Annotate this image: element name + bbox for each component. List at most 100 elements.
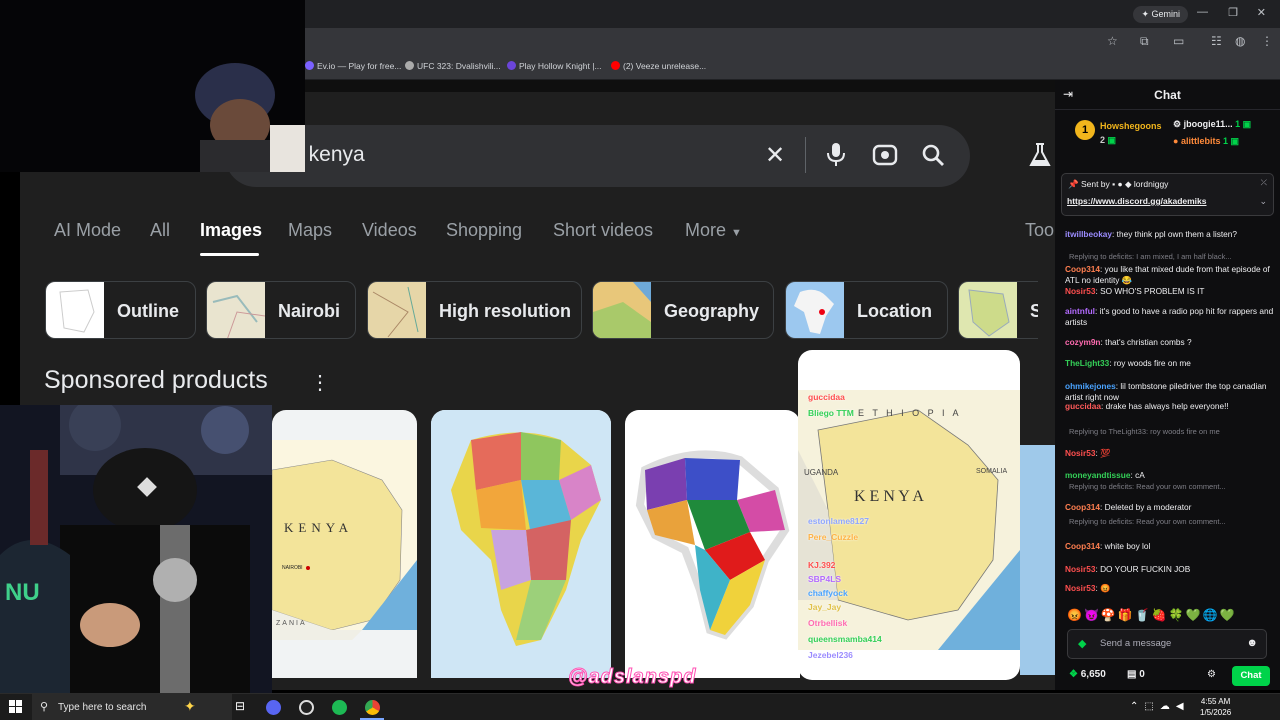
emote-picker-icon[interactable]: ☻ xyxy=(1246,637,1258,649)
chat-username[interactable]: Nosir53 xyxy=(1065,448,1095,458)
overlay-chat-username: Pere_Cuzzle xyxy=(808,532,859,542)
bookmark-item[interactable]: Ev.io — Play for free... xyxy=(305,61,401,71)
gifter-name[interactable]: jboogie11... xyxy=(1184,119,1233,129)
tab-maps[interactable]: Maps xyxy=(288,220,332,241)
chat-username[interactable]: TheLight33 xyxy=(1065,358,1109,368)
chip-high-resolution[interactable]: High resolution xyxy=(367,281,582,339)
profile-icon[interactable]: ◍ xyxy=(1235,34,1245,48)
bookmark-label: UFC 323: Dvalishvili... xyxy=(417,61,501,71)
discord-icon[interactable] xyxy=(266,700,281,715)
chat-username[interactable]: Coop314 xyxy=(1065,541,1100,551)
search-query-text[interactable]: f kenya xyxy=(297,143,365,167)
chat-message[interactable]: ohmikejones: lil tombstone piledriver th… xyxy=(1065,381,1275,403)
chrome-icon[interactable] xyxy=(365,700,380,715)
tab-short-videos[interactable]: Short videos xyxy=(553,220,653,241)
lens-camera-icon[interactable] xyxy=(872,143,898,167)
product-card-partial[interactable] xyxy=(1020,445,1055,675)
chat-message[interactable]: Nosir53: 💯 xyxy=(1065,448,1275,459)
chat-username[interactable]: itwillbeokay xyxy=(1065,229,1112,239)
search-input-box[interactable]: f kenya ✕ xyxy=(225,125,970,187)
bookmark-item[interactable]: Play Hollow Knight |... xyxy=(507,61,602,71)
chat-username[interactable]: Nosir53 xyxy=(1065,286,1095,296)
chat-username[interactable]: moneyandtissue xyxy=(1065,470,1130,480)
chat-message[interactable]: Nosir53: DO YOUR FUCKIN JOB xyxy=(1065,564,1275,575)
bits-icon[interactable]: ◆ xyxy=(1078,637,1086,650)
chat-username[interactable]: Coop314 xyxy=(1065,264,1100,274)
minimize-icon[interactable]: — xyxy=(1197,6,1208,18)
gifter-name[interactable]: alittlebits xyxy=(1181,136,1221,146)
channel-points[interactable]: 6,650 xyxy=(1081,669,1106,680)
system-tray-icons[interactable]: ⌃⬚☁◀ xyxy=(1130,701,1190,712)
emote-row[interactable]: 😡😈🍄🎁🥤🍓🍀💚🌐💚 xyxy=(1067,608,1236,622)
tab-ai-mode[interactable]: AI Mode xyxy=(54,220,121,241)
tab-images[interactable]: Images xyxy=(200,220,262,241)
cast-icon[interactable]: ▭ xyxy=(1173,34,1184,48)
bookmark-label: (2) Veeze unrelease... xyxy=(623,61,707,71)
windows-start-icon[interactable] xyxy=(9,700,22,713)
gemini-button[interactable]: ✦ Gemini xyxy=(1133,6,1188,23)
chat-username[interactable]: Nosir53 xyxy=(1065,564,1095,574)
tab-tools[interactable]: Too xyxy=(1025,220,1054,241)
chat-username[interactable]: ohmikejones xyxy=(1065,381,1116,391)
chat-username[interactable]: cozym9n xyxy=(1065,337,1101,347)
chat-message[interactable]: Coop314: you like that mixed dude from t… xyxy=(1065,264,1275,286)
product-card-kenya-map[interactable]: KENYA NAIROBI ZANIA xyxy=(272,410,417,678)
chat-message[interactable]: Coop314: white boy lol xyxy=(1065,541,1275,552)
labs-flask-icon[interactable] xyxy=(1028,142,1052,168)
chip-outline[interactable]: Outline xyxy=(45,281,196,339)
obs-icon[interactable] xyxy=(299,700,314,715)
chat-message[interactable]: guccidaa: drake has always help everyone… xyxy=(1065,401,1275,412)
clear-search-icon[interactable]: ✕ xyxy=(765,141,785,170)
maximize-icon[interactable]: ❐ xyxy=(1228,6,1238,19)
expand-chevron-icon[interactable]: ⌄ xyxy=(1259,196,1267,207)
microphone-icon[interactable] xyxy=(825,142,847,168)
tab-videos[interactable]: Videos xyxy=(362,220,417,241)
unpin-icon[interactable]: ⤫ xyxy=(1261,178,1267,188)
menu-dots-icon[interactable]: ⋮ xyxy=(1261,34,1273,48)
chat-message[interactable]: TheLight33: roy woods fire on me xyxy=(1065,358,1275,369)
product-card-africa-political[interactable] xyxy=(431,410,611,678)
chat-message[interactable]: Coop314: Deleted by a moderator xyxy=(1065,502,1275,513)
more-options-icon[interactable]: ⋮ xyxy=(310,370,330,395)
chat-username[interactable]: Coop314 xyxy=(1065,502,1100,512)
send-message-input[interactable]: ◆ Send a message ☻ xyxy=(1067,629,1267,659)
chat-message[interactable]: Nosir53: SO WHO'S PROBLEM IS IT xyxy=(1065,286,1275,297)
overlay-chat-username: KJ.392 xyxy=(808,560,836,570)
chat-message[interactable]: Nosir53: 😡 xyxy=(1065,583,1275,594)
tab-shopping[interactable]: Shopping xyxy=(446,220,522,241)
chat-message[interactable]: cozym9n: that's christian combs ? xyxy=(1065,337,1275,348)
active-tab-underline xyxy=(200,253,259,256)
taskbar-search-box[interactable]: ⚲ Type here to search ✦ xyxy=(32,694,232,720)
product-card-africa-sticker[interactable] xyxy=(625,410,800,678)
top-gifter-name[interactable]: Howshegoons xyxy=(1100,121,1162,131)
chat-username[interactable]: Nosir53 xyxy=(1065,583,1095,593)
close-window-icon[interactable]: ✕ xyxy=(1257,6,1266,19)
bookmark-favicon-icon xyxy=(507,61,516,70)
pinned-link[interactable]: https://www.discord.gg/akademiks xyxy=(1067,196,1207,206)
chat-message[interactable]: itwillbeokay: they think ppl own them a … xyxy=(1065,229,1275,240)
chat-footer: ❖ 6,650 ▤ 0 ⚙ Chat xyxy=(1055,662,1280,690)
chip-similar[interactable]: Sin xyxy=(958,281,1038,339)
chip-geography[interactable]: Geography xyxy=(592,281,774,339)
tab-more[interactable]: More ▼ xyxy=(685,220,742,241)
bookmark-item[interactable]: UFC 323: Dvalishvili... xyxy=(405,61,501,71)
taskbar-clock[interactable]: 4:55 AM 1/5/2026 xyxy=(1200,696,1231,718)
chip-nairobi[interactable]: Nairobi xyxy=(206,281,356,339)
chat-message[interactable]: aintnful: it's good to have a radio pop … xyxy=(1065,306,1275,328)
bookmark-item[interactable]: (2) Veeze unrelease... xyxy=(611,61,706,71)
pinned-message[interactable]: 📌 Sent by ▪ ● ◆ lordniggy ⤫ https://www.… xyxy=(1061,173,1274,216)
chip-location[interactable]: Location xyxy=(785,281,948,339)
tab-all[interactable]: All xyxy=(150,220,170,241)
extensions-icon[interactable]: ⧉ xyxy=(1140,34,1149,49)
chat-message[interactable]: moneyandtissue: cA xyxy=(1065,470,1275,481)
chat-username[interactable]: guccidaa xyxy=(1065,401,1101,411)
spotify-icon[interactable] xyxy=(332,700,347,715)
chat-settings-icon[interactable]: ⚙ xyxy=(1207,669,1216,680)
chat-username[interactable]: aintnful xyxy=(1065,306,1095,316)
task-view-icon[interactable]: ⊟ xyxy=(235,699,245,713)
translate-icon[interactable]: ☷ xyxy=(1211,34,1222,48)
search-icon[interactable] xyxy=(921,143,945,167)
bookmark-favicon-icon xyxy=(611,61,620,70)
chat-send-button[interactable]: Chat xyxy=(1232,666,1270,686)
bookmark-star-icon[interactable]: ☆ xyxy=(1107,34,1118,48)
